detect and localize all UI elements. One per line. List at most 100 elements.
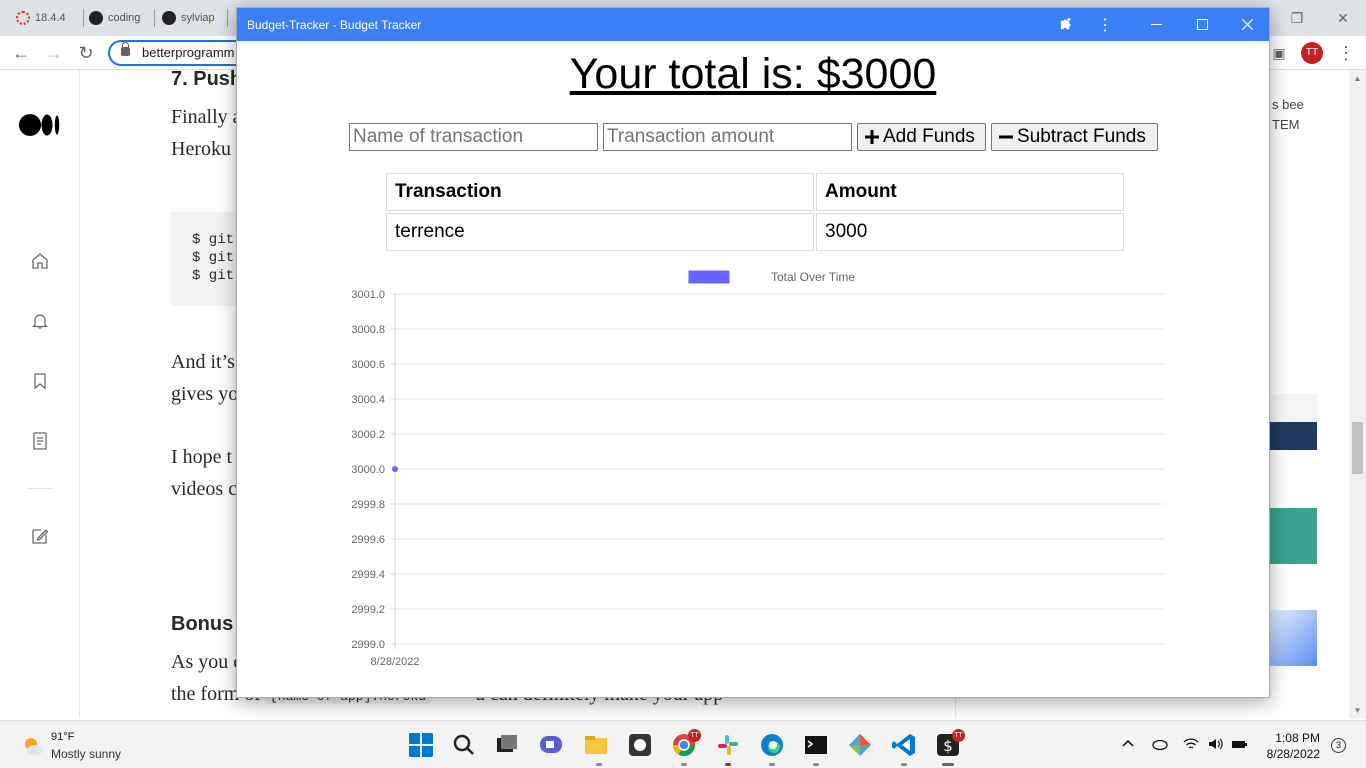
profile-badge: TT [952,729,965,742]
legend-swatch [688,270,730,284]
article-text: As you c [171,651,243,673]
tab-label: coding [108,12,141,24]
github-icon [162,11,176,25]
y-tick-label: 2999.4 [351,569,385,581]
running-indicator [769,763,775,766]
sidebar-snippet: TEM [1272,117,1300,132]
lock-icon [121,42,130,56]
add-funds-button[interactable]: Add Funds [857,123,986,151]
browser-tab[interactable]: 18.4.4 [16,6,84,30]
add-funds-label: Add Funds [883,126,975,147]
battery-icon[interactable] [1230,735,1248,753]
article-heading: Bonus [171,613,234,635]
app-titlebar: Budget-Tracker - Budget Tracker ⋮ [237,8,1269,41]
legend-label: Total Over Time [771,270,855,284]
weather-temperature[interactable]: 91°F [51,731,74,743]
table-row: terrence 3000 [386,213,1124,251]
chat-icon[interactable] [538,732,564,758]
menu-kebab-icon[interactable]: ⋮ [1336,43,1356,63]
article-thumbnail[interactable] [1270,394,1317,450]
subtract-funds-button[interactable]: Subtract Funds [991,123,1158,151]
sidebar-snippet: s bee [1272,97,1304,112]
sun-cloud-icon[interactable] [22,735,44,757]
total-heading: Your total is: $3000 [569,50,937,98]
y-tick-label: 3001.0 [351,289,385,301]
medium-logo-icon[interactable] [19,114,61,136]
chart-svg: 3001.0 3000.8 3000.6 3000.4 3000.2 3000.0 2999… [351,270,1164,668]
bell-icon[interactable] [30,311,50,331]
weather-description[interactable]: Mostly sunny [51,747,121,761]
browser-tab[interactable]: sylviap [162,6,228,30]
scroll-up-icon[interactable]: ▲ [1352,74,1363,83]
clock-date[interactable]: 8/28/2022 [1258,747,1320,761]
close-icon[interactable]: ✕ [1320,0,1366,36]
app-window-title: Budget-Tracker - Budget Tracker [247,18,422,32]
total-over-time-chart: 3001.0 3000.8 3000.6 3000.4 3000.2 3000.0 2999… [337,263,1177,675]
rail-divider [27,488,53,489]
sidepanel-icon[interactable]: ▣ [1269,43,1289,63]
code-line: $ git [192,268,235,284]
app-icon[interactable] [627,732,653,758]
back-icon[interactable]: ← [11,43,31,63]
notification-count-badge[interactable]: 3 [1331,738,1346,753]
article-text: videos c [171,478,238,500]
transaction-amount-cell: 3000 [816,213,1124,251]
transaction-name-input[interactable] [349,123,598,151]
y-tick-label: 3000.2 [351,429,385,441]
taskbar: 91°F Mostly sunny TT $ TT 1:08 PM 8/28/2… [0,720,1366,768]
edge-icon[interactable] [759,732,785,758]
terminal-icon[interactable] [803,732,829,758]
close-icon[interactable] [1225,8,1269,41]
x-tick-label: 8/28/2022 [371,656,420,668]
volume-icon[interactable] [1207,735,1225,753]
article-thumbnail[interactable] [1270,610,1317,666]
article-thumbnail[interactable] [1270,508,1317,564]
y-tick-label: 3000.8 [351,324,385,336]
running-indicator [901,763,907,766]
home-icon[interactable] [30,251,50,271]
search-icon[interactable] [451,732,477,758]
y-tick-label: 2999.8 [351,499,385,511]
app-content: Your total is: $3000 Add Funds Subtract … [237,41,1269,697]
stories-icon[interactable] [30,431,50,451]
scroll-down-icon[interactable]: ▼ [1352,706,1363,715]
running-indicator [596,763,602,766]
svg-text:$: $ [943,737,953,755]
subtract-funds-label: Subtract Funds [1017,126,1146,147]
task-view-icon[interactable] [494,732,520,758]
article-text: gives yo [171,383,239,405]
clock-time[interactable]: 1:08 PM [1262,731,1320,745]
slack-icon[interactable] [715,732,741,758]
cloud-sync-icon[interactable] [1151,735,1169,753]
extensions-icon[interactable] [1055,8,1077,41]
page-scrollbar[interactable]: ▲ ▼ [1349,70,1366,718]
running-indicator [813,763,819,766]
windows-start-icon[interactable] [408,732,434,758]
wifi-icon[interactable] [1182,735,1200,753]
code-line: $ git [192,250,235,266]
chevron-up-icon[interactable] [1119,735,1137,753]
vscode-icon[interactable] [891,732,917,758]
running-indicator [725,763,731,766]
loading-icon [16,11,30,25]
file-explorer-icon[interactable] [583,732,609,758]
write-icon[interactable] [30,526,50,546]
maximize-icon[interactable] [1179,8,1225,41]
column-header-amount: Amount [816,173,1124,211]
transaction-amount-input[interactable] [603,123,852,151]
avatar[interactable]: TT [1301,42,1323,64]
scrollbar-thumb[interactable] [1352,422,1363,474]
running-indicator [681,763,687,766]
restore-icon[interactable]: ❐ [1274,0,1320,36]
browser-window-controls: ❐ ✕ [1274,0,1366,36]
y-tick-label: 3000.0 [351,464,385,476]
forward-icon[interactable]: → [44,43,64,63]
app-icon[interactable] [847,732,873,758]
app-menu-kebab-icon[interactable]: ⋮ [1095,8,1115,41]
bookmarks-icon[interactable] [30,371,50,391]
minimize-icon[interactable] [1133,8,1179,41]
y-tick-label: 2999.6 [351,534,385,546]
article-heading: 7. Push [171,68,243,90]
browser-tab[interactable]: coding [89,6,155,30]
reload-icon[interactable]: ↻ [76,43,96,63]
